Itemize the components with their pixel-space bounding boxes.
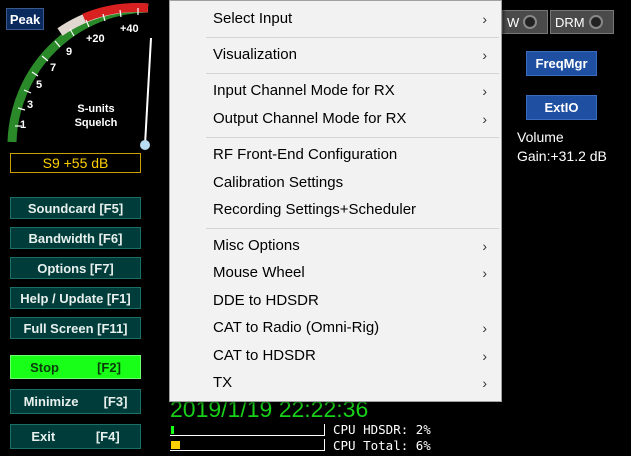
drm-toggle[interactable]: DRM	[550, 10, 614, 34]
cpu-total-bar	[170, 439, 325, 451]
meter-caption-squelch: Squelch	[75, 117, 118, 129]
soundcard-button[interactable]: Soundcard [F5]	[10, 197, 141, 219]
minimize-button[interactable]: Minimize [F3]	[10, 389, 141, 414]
menu-item-label: Misc Options	[213, 237, 300, 254]
menu-separator	[206, 228, 499, 229]
menu-item-label: Mouse Wheel	[213, 264, 305, 281]
exit-button-label: Exit	[31, 429, 56, 444]
menu-item-input-channel-mode[interactable]: Input Channel Mode for RX ›	[170, 77, 501, 104]
menu-item-select-input[interactable]: Select Input ›	[170, 5, 501, 32]
menu-separator	[206, 73, 499, 74]
stop-button[interactable]: Stop [F2]	[10, 355, 141, 379]
stop-button-label: Stop	[30, 359, 59, 375]
minimize-button-key: [F3]	[103, 394, 128, 409]
menu-item-dde-to-hdsdr[interactable]: DDE to HDSDR	[170, 287, 501, 314]
scale-label-5: 5	[36, 79, 42, 91]
menu-item-label: Recording Settings+Scheduler	[213, 201, 417, 218]
volume-gain: Gain:+31.2 dB	[517, 148, 607, 164]
submenu-arrow-icon: ›	[482, 347, 487, 364]
bandwidth-button[interactable]: Bandwidth [F6]	[10, 227, 141, 249]
exit-button-key: [F4]	[95, 429, 120, 444]
menu-item-visualization[interactable]: Visualization ›	[170, 41, 501, 68]
volume-panel: Volume Gain:+31.2 dB	[517, 128, 607, 166]
peak-button[interactable]: Peak	[6, 8, 44, 30]
menu-item-label: Select Input	[213, 10, 293, 27]
cpu-hdsdr-text: CPU HDSDR: 2%	[333, 422, 431, 437]
menu-separator	[206, 37, 499, 38]
options-button[interactable]: Options [F7]	[10, 257, 141, 279]
submenu-arrow-icon: ›	[482, 319, 487, 336]
minimize-button-label: Minimize	[23, 394, 79, 409]
menu-item-misc-options[interactable]: Misc Options ›	[170, 232, 501, 259]
cpu-total-text: CPU Total: 6%	[333, 438, 431, 453]
menu-item-label: DDE to HDSDR	[213, 292, 319, 309]
fullscreen-button[interactable]: Full Screen [F11]	[10, 317, 141, 339]
drm-toggle-label: DRM	[555, 14, 585, 30]
menu-item-label: Visualization	[213, 46, 297, 63]
stop-button-key: [F2]	[97, 359, 121, 375]
scale-label-plus40: +40	[120, 23, 139, 35]
w-toggle-label: W	[507, 14, 520, 30]
meter-caption-units: S-units	[77, 103, 114, 115]
w-toggle-knob-icon	[523, 15, 538, 29]
exit-button[interactable]: Exit [F4]	[10, 424, 141, 449]
help-update-button[interactable]: Help / Update [F1]	[10, 287, 141, 309]
scale-label-3: 3	[27, 99, 33, 111]
meter-needle-pivot	[140, 140, 150, 150]
submenu-arrow-icon: ›	[482, 264, 487, 281]
submenu-arrow-icon: ›	[482, 10, 487, 27]
signal-readout: S9 +55 dB	[10, 153, 141, 173]
volume-label: Volume	[517, 129, 564, 145]
menu-item-tx[interactable]: TX ›	[170, 369, 501, 396]
context-menu: Select Input › Visualization › Input Cha…	[169, 0, 502, 402]
drm-toggle-knob-icon	[588, 15, 603, 29]
extio-button[interactable]: ExtIO	[526, 95, 597, 120]
menu-item-mouse-wheel[interactable]: Mouse Wheel ›	[170, 259, 501, 286]
submenu-arrow-icon: ›	[482, 237, 487, 254]
menu-item-label: CAT to HDSDR	[213, 347, 316, 364]
menu-item-cat-to-radio[interactable]: CAT to Radio (Omni-Rig) ›	[170, 314, 501, 341]
menu-item-label: Calibration Settings	[213, 174, 344, 191]
scale-label-7: 7	[50, 62, 56, 74]
menu-item-rf-frontend-config[interactable]: RF Front-End Configuration	[170, 141, 501, 168]
menu-item-cat-to-hdsdr[interactable]: CAT to HDSDR ›	[170, 342, 501, 369]
scale-label-1: 1	[20, 119, 26, 131]
cpu-hdsdr-bar	[170, 424, 325, 436]
menu-item-label: Input Channel Mode for RX	[213, 82, 395, 99]
w-toggle[interactable]: W	[502, 10, 548, 34]
menu-item-recording-settings[interactable]: Recording Settings+Scheduler	[170, 196, 501, 223]
submenu-arrow-icon: ›	[482, 374, 487, 391]
menu-separator	[206, 137, 499, 138]
scale-label-plus20: +20	[86, 33, 105, 45]
menu-item-label: Output Channel Mode for RX	[213, 110, 407, 127]
submenu-arrow-icon: ›	[482, 110, 487, 127]
cpu-hdsdr-fill	[171, 426, 174, 434]
menu-item-label: TX	[213, 374, 233, 391]
submenu-arrow-icon: ›	[482, 46, 487, 63]
scale-label-9: 9	[66, 46, 72, 58]
menu-item-label: RF Front-End Configuration	[213, 146, 398, 163]
menu-item-output-channel-mode[interactable]: Output Channel Mode for RX ›	[170, 105, 501, 132]
meter-needle	[144, 37, 152, 146]
menu-item-calibration-settings[interactable]: Calibration Settings	[170, 169, 501, 196]
menu-item-label: CAT to Radio (Omni-Rig)	[213, 319, 380, 336]
submenu-arrow-icon: ›	[482, 82, 487, 99]
freqmgr-button[interactable]: FreqMgr	[526, 51, 597, 76]
cpu-total-fill	[171, 441, 180, 449]
s-meter: 1 3 5 7 9 +20 +40 S-units Squelch Peak S…	[0, 0, 168, 176]
